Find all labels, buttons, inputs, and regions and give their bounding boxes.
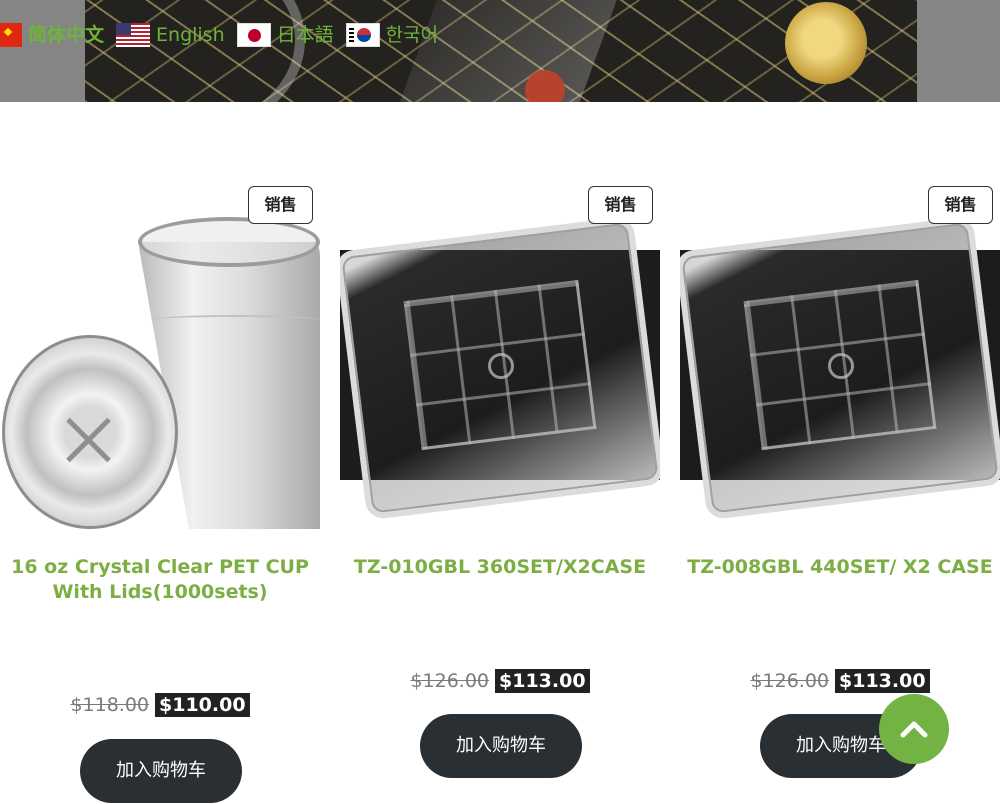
add-to-cart-button[interactable]: 加入购物车 — [420, 714, 582, 778]
japan-flag-icon — [236, 23, 271, 47]
page: 简体中文 English 日本語 한국어 销售 16 oz Crystal Cl… — [0, 0, 1000, 804]
product-title[interactable]: TZ-010GBL 360SET/X2CASE — [340, 555, 660, 580]
product-card: 销售 TZ-008GBL 440SET/ X2 CASE $126.00 $11… — [680, 185, 1000, 804]
sale-price: $113.00 — [495, 669, 590, 693]
product-card: 销售 16 oz Crystal Clear PET CUP With Lids… — [0, 185, 340, 804]
banner-image — [85, 0, 917, 102]
language-option-chinese[interactable]: 简体中文 — [0, 20, 104, 50]
language-switcher: 简体中文 English 日本語 한국어 — [0, 20, 450, 50]
sale-badge: 销售 — [588, 186, 653, 224]
product-title[interactable]: 16 oz Crystal Clear PET CUP With Lids(10… — [0, 555, 320, 605]
header-banner: 简体中文 English 日本語 한국어 — [0, 0, 1000, 102]
china-flag-icon — [0, 23, 22, 47]
back-to-top-button[interactable] — [879, 694, 949, 764]
product-card: 销售 TZ-010GBL 360SET/X2CASE $126.00 $113.… — [340, 185, 680, 804]
language-label: 日本語 — [276, 24, 334, 46]
sale-price: $113.00 — [835, 669, 930, 693]
language-label: 简体中文 — [28, 24, 105, 46]
language-option-korean[interactable]: 한국어 — [345, 20, 439, 50]
original-price: $126.00 — [410, 670, 490, 692]
language-option-japanese[interactable]: 日本語 — [236, 20, 334, 50]
add-to-cart-button[interactable]: 加入购物车 — [80, 739, 242, 803]
cup-rim — [138, 217, 320, 267]
sale-badge: 销售 — [928, 186, 993, 224]
price-row: $126.00 $113.00 — [340, 669, 660, 693]
original-price: $118.00 — [70, 694, 150, 716]
us-flag-icon — [116, 23, 151, 47]
original-price: $126.00 — [750, 670, 830, 692]
product-title[interactable]: TZ-008GBL 440SET/ X2 CASE — [680, 555, 1000, 580]
price-row: $126.00 $113.00 — [680, 669, 1000, 693]
sale-price: $110.00 — [155, 693, 250, 717]
language-option-english[interactable]: English — [116, 20, 225, 50]
korea-flag-icon — [345, 23, 380, 47]
product-image[interactable] — [0, 215, 320, 535]
language-label: 한국어 — [385, 24, 439, 46]
language-label: English — [156, 24, 225, 46]
sale-badge: 销售 — [248, 186, 313, 224]
price-row: $118.00 $110.00 — [0, 693, 320, 717]
product-image[interactable] — [340, 215, 660, 535]
chevron-up-icon — [900, 721, 928, 738]
product-image[interactable] — [680, 215, 1000, 535]
